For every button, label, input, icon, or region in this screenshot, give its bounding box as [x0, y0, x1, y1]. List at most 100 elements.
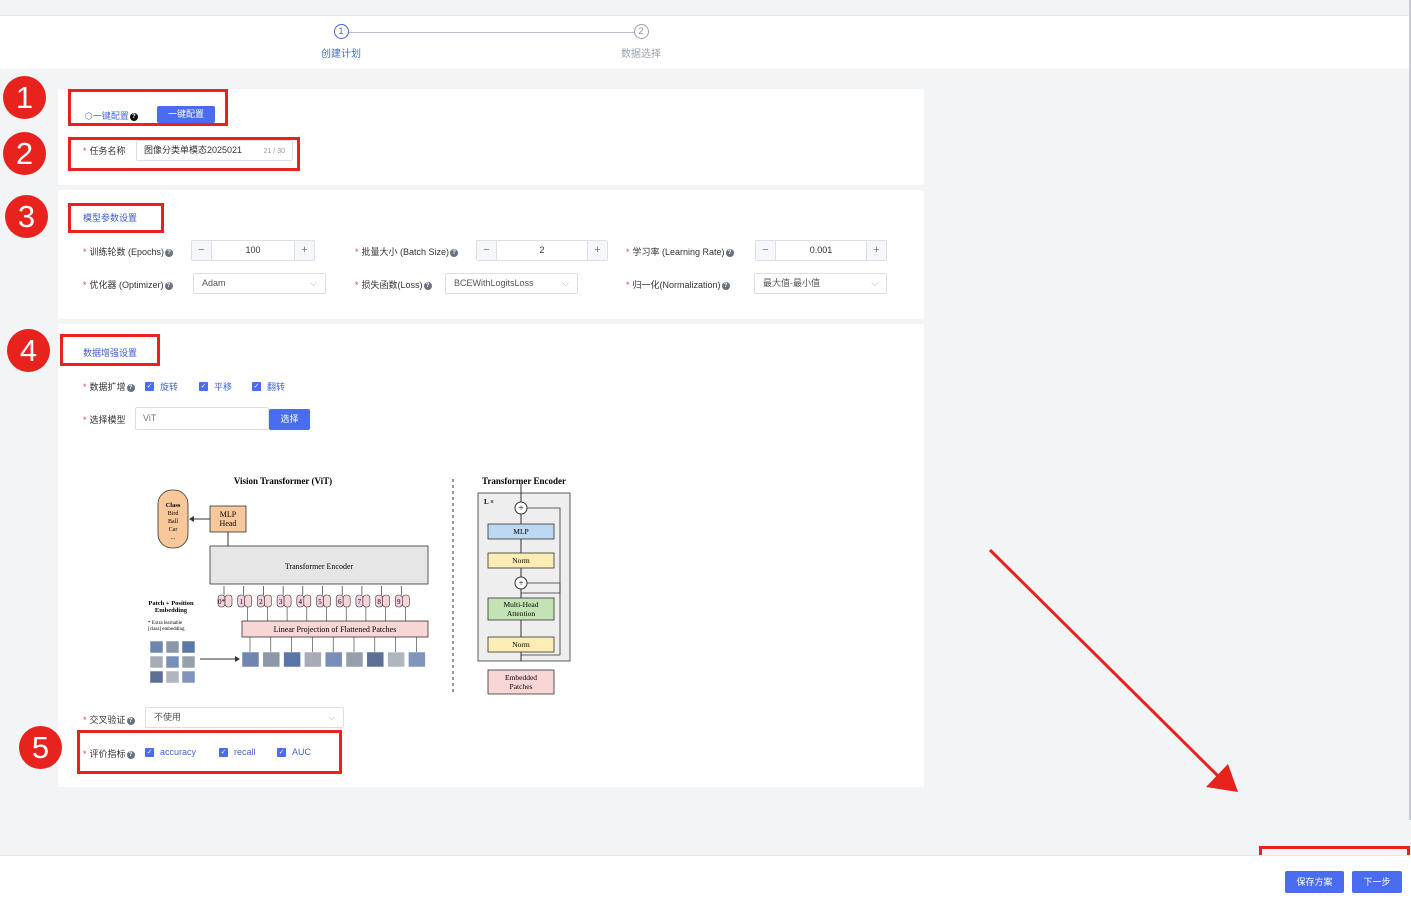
footer-bar: 保存方案 下一步	[0, 855, 1411, 904]
arrow-icon	[988, 548, 1238, 792]
extra-note-line1: * Extra learnable	[148, 621, 183, 626]
increment-button[interactable]: +	[866, 241, 886, 260]
batch-size-stepper[interactable]: − 2 +	[476, 240, 608, 261]
cross-validation-select[interactable]: 不使用 ⌵	[145, 707, 344, 728]
steps-connector	[349, 32, 634, 33]
normalization-select[interactable]: 最大值-最小值 ⌵	[754, 273, 887, 294]
learning-rate-value[interactable]: 0.001	[776, 241, 866, 260]
patch-token	[342, 594, 351, 608]
mlp-head-line2: Head	[220, 519, 237, 528]
learning-rate-stepper[interactable]: − 0.001 +	[755, 240, 887, 261]
normalization-label: * 归一化(Normalization)?	[626, 278, 730, 291]
decrement-button[interactable]: −	[477, 241, 497, 260]
patch-token	[401, 594, 410, 608]
token-label: 4	[299, 598, 303, 606]
transformer-encoder-label: Transformer Encoder	[285, 562, 354, 571]
patch-token	[382, 594, 390, 608]
step-label: 创建计划	[321, 49, 361, 60]
embedded-line2: Patches	[510, 682, 533, 691]
arrow-head	[189, 516, 194, 522]
annotation-badge-4: 4	[7, 329, 50, 372]
epochs-value[interactable]: 100	[212, 241, 294, 260]
flattened-patch	[366, 651, 385, 668]
token-label: 1	[239, 598, 243, 606]
help-icon[interactable]: ?	[450, 249, 459, 257]
token-label: 5	[318, 598, 322, 606]
encoder-mlp-label: MLP	[513, 527, 528, 536]
flattened-patch	[387, 651, 405, 668]
vit-architecture-diagram: Vision Transformer (ViT) Transformer Enc…	[148, 476, 571, 695]
token-label: 0*	[218, 598, 226, 606]
flattened-patch	[408, 651, 426, 668]
augmentation-card: 数据增强设置 * 数据扩增? ✓ 旋转 ✓ 平移 ✓ 翻转 * 选择模型 ViT 选择 V…	[58, 324, 924, 787]
token-label: 9	[397, 598, 401, 606]
token-label: 2	[259, 598, 263, 606]
chevron-down-icon: ⌵	[310, 278, 317, 288]
epochs-stepper[interactable]: − 100 +	[191, 240, 315, 261]
token-label: 3	[279, 598, 283, 606]
increment-button[interactable]: +	[294, 241, 314, 260]
flattened-patch	[304, 651, 322, 668]
annotation-badge-3: 3	[5, 195, 48, 238]
linear-projection-label: Linear Projection of Flattened Patches	[274, 625, 397, 634]
select-model-button[interactable]: 选择	[269, 409, 310, 430]
annotation-box-5	[77, 730, 342, 774]
token-label: 7	[358, 598, 362, 606]
patch-embedding-line1: Patch + Position	[148, 600, 194, 607]
encoder-block	[477, 492, 571, 662]
checkbox-translate[interactable]: ✓ 平移	[199, 380, 232, 393]
help-icon[interactable]: ?	[164, 282, 173, 290]
image-patch	[149, 670, 164, 684]
mha-line1: Multi-Head	[504, 600, 539, 609]
flattened-patch	[324, 651, 343, 668]
select-model-label: * 选择模型	[83, 415, 126, 425]
flattened-patch	[241, 651, 260, 668]
patch-token	[323, 594, 331, 608]
help-icon[interactable]: ?	[725, 249, 734, 257]
class-car: Car	[169, 527, 178, 533]
next-step-button[interactable]: 下一步	[1352, 871, 1402, 893]
model-input[interactable]: ViT	[135, 407, 269, 430]
add-symbol: +	[518, 503, 523, 513]
patch-token	[224, 594, 233, 608]
checkbox-flip[interactable]: ✓ 翻转	[252, 380, 285, 393]
mlp-head-line1: MLP	[220, 510, 237, 519]
cross-validation-label: * 交叉验证?	[83, 713, 135, 726]
chevron-down-icon: ⌵	[328, 712, 335, 722]
image-patch-grid	[149, 640, 196, 684]
optimizer-select[interactable]: Adam ⌵	[193, 273, 326, 294]
help-icon[interactable]: ?	[126, 384, 135, 392]
token-row: 0* 1 2 3 4 5 6 7 8 9	[217, 586, 410, 621]
image-patch	[149, 655, 164, 669]
learning-rate-label: * 学习率 (Learning Rate)?	[626, 245, 734, 258]
token-label: 6	[338, 598, 342, 606]
patch-token	[362, 594, 371, 608]
batch-size-value[interactable]: 2	[497, 241, 587, 260]
norm-label: Norm	[512, 640, 530, 649]
image-patch	[165, 640, 180, 654]
class-ball: Ball	[168, 519, 178, 525]
data-expand-label: * 数据扩增?	[83, 380, 135, 393]
checkbox-rotate[interactable]: ✓ 旋转	[145, 380, 178, 393]
image-patch	[165, 670, 180, 684]
steps-header: 1 创建计划 2 数据选择	[0, 15, 1409, 69]
help-icon[interactable]: ?	[423, 282, 432, 290]
increment-button[interactable]: +	[587, 241, 607, 260]
image-patch	[181, 655, 196, 669]
decrement-button[interactable]: −	[192, 241, 212, 260]
step-create-plan[interactable]: 1 创建计划	[301, 24, 381, 60]
image-patch	[165, 655, 180, 669]
class-label: Class	[166, 502, 181, 509]
help-icon[interactable]: ?	[165, 249, 174, 257]
patch-token	[283, 594, 292, 608]
extra-note-line2: [class] embedding	[148, 627, 185, 632]
decrement-button[interactable]: −	[756, 241, 776, 260]
help-icon[interactable]: ?	[126, 717, 135, 725]
save-plan-button[interactable]: 保存方案	[1285, 871, 1344, 893]
embedded-line1: Embedded	[505, 673, 537, 682]
help-icon[interactable]: ?	[721, 282, 730, 290]
loss-select[interactable]: BCEWithLogitsLoss ⌵	[445, 273, 578, 294]
add-symbol: +	[518, 578, 523, 588]
image-patch	[181, 640, 196, 654]
step-data-select[interactable]: 2 数据选择	[601, 24, 681, 60]
